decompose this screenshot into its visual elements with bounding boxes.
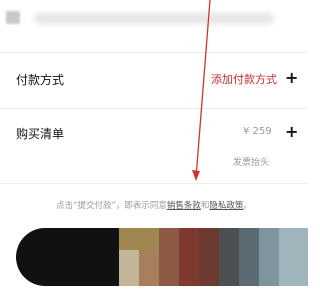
- expand-cart-plus-icon[interactable]: +: [285, 124, 298, 140]
- divider: [0, 52, 308, 53]
- header-blurred-content: [34, 13, 274, 24]
- add-payment-plus-icon[interactable]: +: [285, 70, 298, 86]
- pixelated-overlay: [199, 228, 219, 286]
- divider: [0, 183, 308, 184]
- terms-notice-prefix: 点击“提交付款”，即表示同意: [56, 201, 167, 211]
- sales-terms-link[interactable]: 销售条款: [167, 201, 201, 211]
- add-payment-method-link[interactable]: 添加付款方式: [211, 71, 277, 87]
- pixelated-overlay: [179, 228, 199, 286]
- payment-method-label: 付款方式: [16, 73, 65, 87]
- shopping-list-label: 购买清单: [16, 127, 65, 141]
- submit-payment-button[interactable]: [16, 228, 308, 286]
- pixelated-overlay: [259, 228, 279, 286]
- terms-notice-suffix: 。: [243, 201, 252, 211]
- pixelated-overlay: [119, 228, 159, 250]
- terms-notice: 点击“提交付款”，即表示同意销售条款和隐私政策。: [0, 199, 308, 211]
- pixelated-overlay: [239, 228, 259, 286]
- invoice-title-link[interactable]: 发票抬头: [233, 155, 269, 168]
- pixelated-overlay: [159, 228, 179, 286]
- pixelated-overlay: [219, 228, 239, 286]
- divider: [0, 108, 308, 109]
- cart-price: ¥ 259: [243, 126, 272, 137]
- back-icon[interactable]: [6, 11, 20, 24]
- privacy-policy-link[interactable]: 隐私政策: [209, 201, 243, 211]
- pixelated-overlay: [279, 228, 308, 286]
- header-bar: [0, 0, 308, 52]
